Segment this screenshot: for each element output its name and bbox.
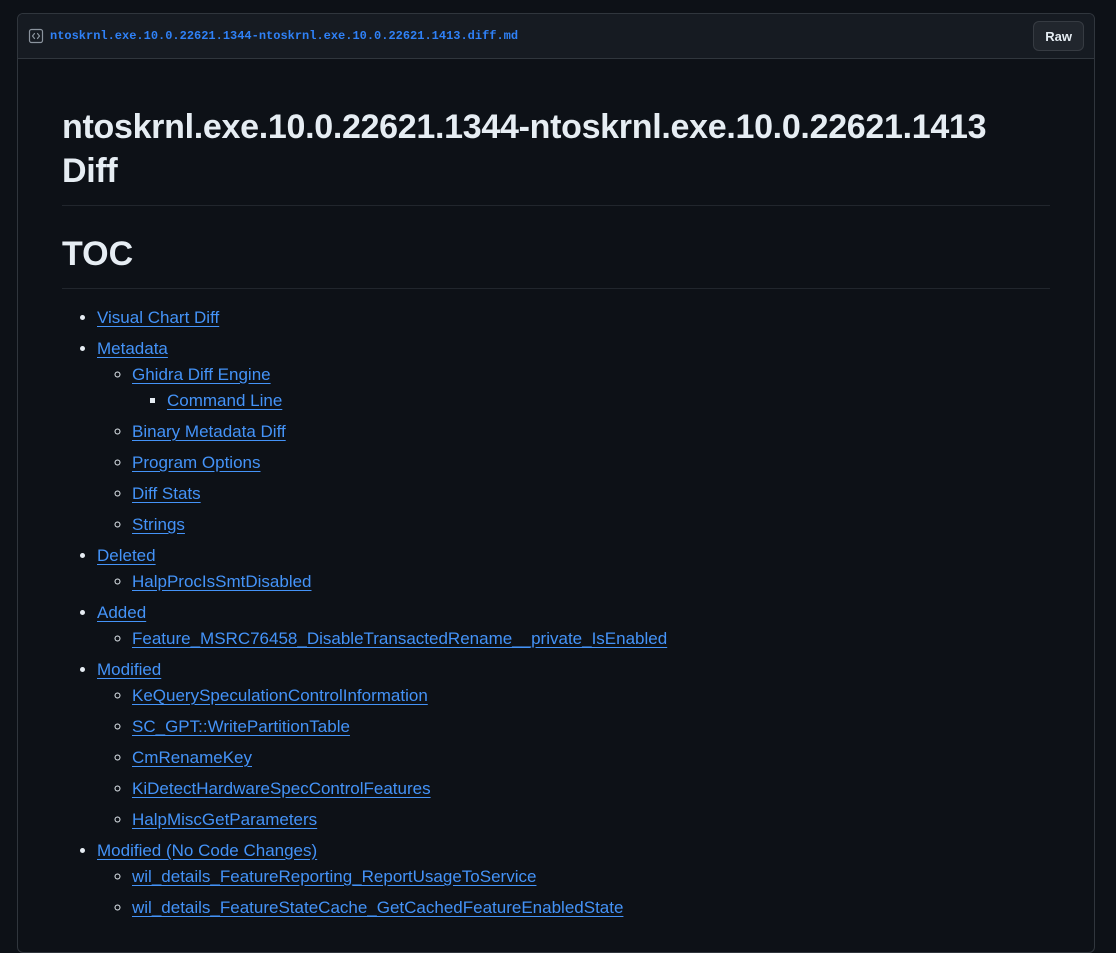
- toc-link-modified-item[interactable]: KiDetectHardwareSpecControlFeatures: [132, 779, 431, 798]
- toc-sublist-deleted: HalpProcIsSmtDisabled: [97, 569, 1050, 595]
- toc-link-modified-no-code-changes[interactable]: Modified (No Code Changes): [97, 841, 317, 860]
- toc-sublist-modified: KeQuerySpeculationControlInformation SC_…: [97, 683, 1050, 833]
- markdown-body: ntoskrnl.exe.10.0.22621.1344-ntoskrnl.ex…: [18, 59, 1094, 921]
- toc-link-metadata[interactable]: Metadata: [97, 339, 168, 358]
- file-viewer: ntoskrnl.exe.10.0.22621.1344-ntoskrnl.ex…: [17, 13, 1095, 953]
- page-title: ntoskrnl.exe.10.0.22621.1344-ntoskrnl.ex…: [62, 105, 1050, 206]
- toc-link-binary-metadata-diff[interactable]: Binary Metadata Diff: [132, 422, 286, 441]
- toc-sublist-added: Feature_MSRC76458_DisableTransactedRenam…: [97, 626, 1050, 652]
- list-item: SC_GPT::WritePartitionTable: [132, 714, 1050, 740]
- toc-link-visual-chart-diff[interactable]: Visual Chart Diff: [97, 308, 219, 327]
- toc-heading: TOC: [62, 232, 1050, 289]
- toc-link-added-item[interactable]: Feature_MSRC76458_DisableTransactedRenam…: [132, 629, 667, 648]
- list-item: KiDetectHardwareSpecControlFeatures: [132, 776, 1050, 802]
- toc-link-deleted[interactable]: Deleted: [97, 546, 156, 565]
- toc-link-modified-item[interactable]: KeQuerySpeculationControlInformation: [132, 686, 428, 705]
- toc-link-program-options[interactable]: Program Options: [132, 453, 261, 472]
- list-item: HalpMiscGetParameters: [132, 807, 1050, 833]
- list-item: Deleted HalpProcIsSmtDisabled: [97, 543, 1050, 595]
- toc-link-modified-no-code-item[interactable]: wil_details_FeatureStateCache_GetCachedF…: [132, 898, 623, 917]
- list-item: Added Feature_MSRC76458_DisableTransacte…: [97, 600, 1050, 652]
- toc-link-strings[interactable]: Strings: [132, 515, 185, 534]
- toc-link-modified-no-code-item[interactable]: wil_details_FeatureReporting_ReportUsage…: [132, 867, 536, 886]
- toc-link-ghidra-diff-engine[interactable]: Ghidra Diff Engine: [132, 365, 271, 384]
- toc-link-added[interactable]: Added: [97, 603, 146, 622]
- toc-sublist-ghidra: Command Line: [132, 388, 1050, 414]
- list-item: Command Line: [167, 388, 1050, 414]
- list-item: Modified KeQuerySpeculationControlInform…: [97, 657, 1050, 833]
- toc-sublist-modified-no-code: wil_details_FeatureReporting_ReportUsage…: [97, 864, 1050, 921]
- list-item: HalpProcIsSmtDisabled: [132, 569, 1050, 595]
- toc-link-deleted-item[interactable]: HalpProcIsSmtDisabled: [132, 572, 312, 591]
- toc-link-command-line[interactable]: Command Line: [167, 391, 282, 410]
- list-item: KeQuerySpeculationControlInformation: [132, 683, 1050, 709]
- list-item: Feature_MSRC76458_DisableTransactedRenam…: [132, 626, 1050, 652]
- list-item: Diff Stats: [132, 481, 1050, 507]
- toc-sublist-metadata: Ghidra Diff Engine Command Line Binary M…: [97, 362, 1050, 538]
- list-item: Modified (No Code Changes) wil_details_F…: [97, 838, 1050, 921]
- list-item: Visual Chart Diff: [97, 305, 1050, 331]
- file-name-link[interactable]: ntoskrnl.exe.10.0.22621.1344-ntoskrnl.ex…: [50, 29, 518, 43]
- toc-link-modified[interactable]: Modified: [97, 660, 161, 679]
- list-item: Binary Metadata Diff: [132, 419, 1050, 445]
- list-item: CmRenameKey: [132, 745, 1050, 771]
- toc-link-modified-item[interactable]: HalpMiscGetParameters: [132, 810, 317, 829]
- raw-button[interactable]: Raw: [1033, 21, 1084, 51]
- code-square-icon: [28, 28, 44, 44]
- list-item: wil_details_FeatureStateCache_GetCachedF…: [132, 895, 1050, 921]
- list-item: Strings: [132, 512, 1050, 538]
- list-item: Metadata Ghidra Diff Engine Command Line…: [97, 336, 1050, 538]
- toc-list: Visual Chart Diff Metadata Ghidra Diff E…: [62, 305, 1050, 921]
- list-item: Ghidra Diff Engine Command Line: [132, 362, 1050, 414]
- file-header: ntoskrnl.exe.10.0.22621.1344-ntoskrnl.ex…: [18, 14, 1094, 59]
- toc-link-diff-stats[interactable]: Diff Stats: [132, 484, 201, 503]
- list-item: Program Options: [132, 450, 1050, 476]
- toc-link-modified-item[interactable]: SC_GPT::WritePartitionTable: [132, 717, 350, 736]
- toc-link-modified-item[interactable]: CmRenameKey: [132, 748, 252, 767]
- list-item: wil_details_FeatureReporting_ReportUsage…: [132, 864, 1050, 890]
